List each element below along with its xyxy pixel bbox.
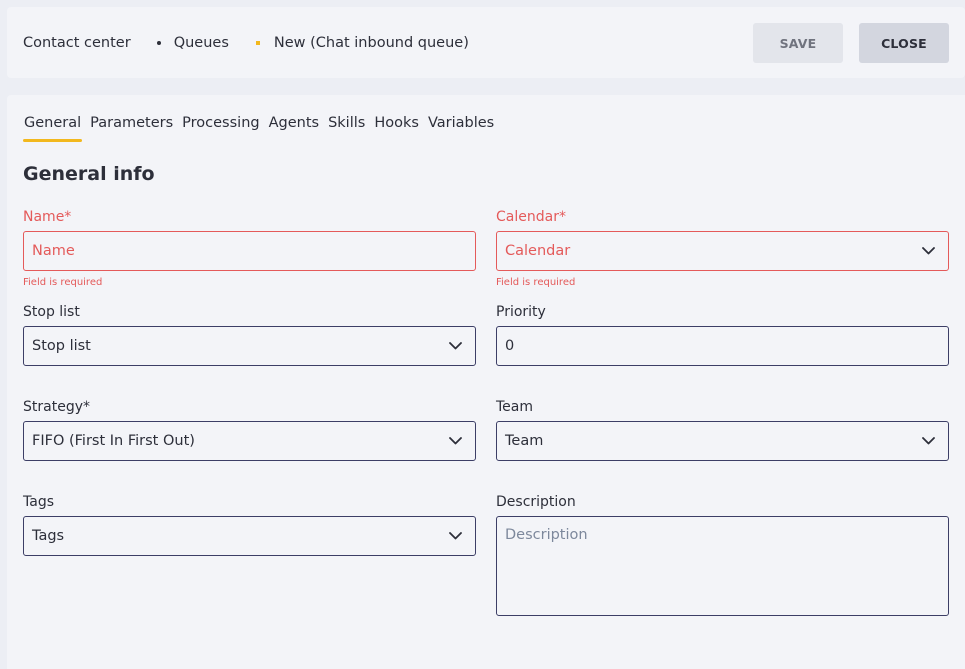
tab-bar: General Parameters Processing Agents Ski… xyxy=(23,113,502,143)
description-label: Description xyxy=(496,494,576,510)
breadcrumb-queues[interactable]: Queues xyxy=(174,35,229,51)
description-textarea[interactable]: Description xyxy=(496,516,949,616)
chevron-down-icon[interactable] xyxy=(435,517,475,555)
stop-list-label: Stop list xyxy=(23,304,80,320)
chevron-down-icon[interactable] xyxy=(435,327,475,365)
strategy-label: Strategy* xyxy=(23,399,90,415)
team-value: Team xyxy=(505,433,544,449)
name-error: Field is required xyxy=(23,277,103,288)
calendar-placeholder: Calendar xyxy=(505,243,571,259)
tab-general[interactable]: General xyxy=(23,113,83,143)
form-panel: General Parameters Processing Agents Ski… xyxy=(7,95,965,669)
breadcrumb: Contact center Queues New (Chat inbound … xyxy=(23,35,469,51)
chevron-down-icon[interactable] xyxy=(908,232,948,270)
breadcrumb-contact-center[interactable]: Contact center xyxy=(23,35,131,51)
team-label: Team xyxy=(496,399,534,415)
breadcrumb-current: New (Chat inbound queue) xyxy=(273,34,469,51)
tab-hooks[interactable]: Hooks xyxy=(373,113,420,143)
strategy-select[interactable]: FIFO (First In First Out) xyxy=(23,421,476,461)
tab-skills[interactable]: Skills xyxy=(327,113,366,143)
tab-variables[interactable]: Variables xyxy=(427,113,495,143)
page-header: Contact center Queues New (Chat inbound … xyxy=(7,7,965,78)
tab-agents[interactable]: Agents xyxy=(268,113,320,143)
name-input[interactable]: Name xyxy=(23,231,476,271)
stop-list-select[interactable]: Stop list xyxy=(23,326,476,366)
calendar-error: Field is required xyxy=(496,277,576,288)
tab-parameters[interactable]: Parameters xyxy=(89,113,174,143)
team-select[interactable]: Team xyxy=(496,421,949,461)
section-title: General info xyxy=(23,163,155,185)
priority-label: Priority xyxy=(496,304,546,320)
stop-list-value: Stop list xyxy=(32,338,91,354)
tags-label: Tags xyxy=(23,494,54,510)
description-placeholder: Description xyxy=(505,527,588,543)
save-button[interactable]: SAVE xyxy=(753,23,843,63)
calendar-label: Calendar* xyxy=(496,209,566,225)
dot-separator-icon xyxy=(255,40,260,45)
tab-processing[interactable]: Processing xyxy=(181,113,260,143)
calendar-select[interactable]: Calendar xyxy=(496,231,949,271)
priority-input[interactable]: 0 xyxy=(496,326,949,366)
chevron-down-icon[interactable] xyxy=(908,422,948,460)
dot-separator-icon xyxy=(156,40,161,45)
tags-value: Tags xyxy=(32,528,65,544)
strategy-value: FIFO (First In First Out) xyxy=(32,433,195,449)
name-label: Name* xyxy=(23,209,72,225)
close-button[interactable]: CLOSE xyxy=(859,23,949,63)
chevron-down-icon[interactable] xyxy=(435,422,475,460)
name-placeholder: Name xyxy=(32,243,75,259)
priority-value: 0 xyxy=(505,338,515,354)
tags-select[interactable]: Tags xyxy=(23,516,476,556)
